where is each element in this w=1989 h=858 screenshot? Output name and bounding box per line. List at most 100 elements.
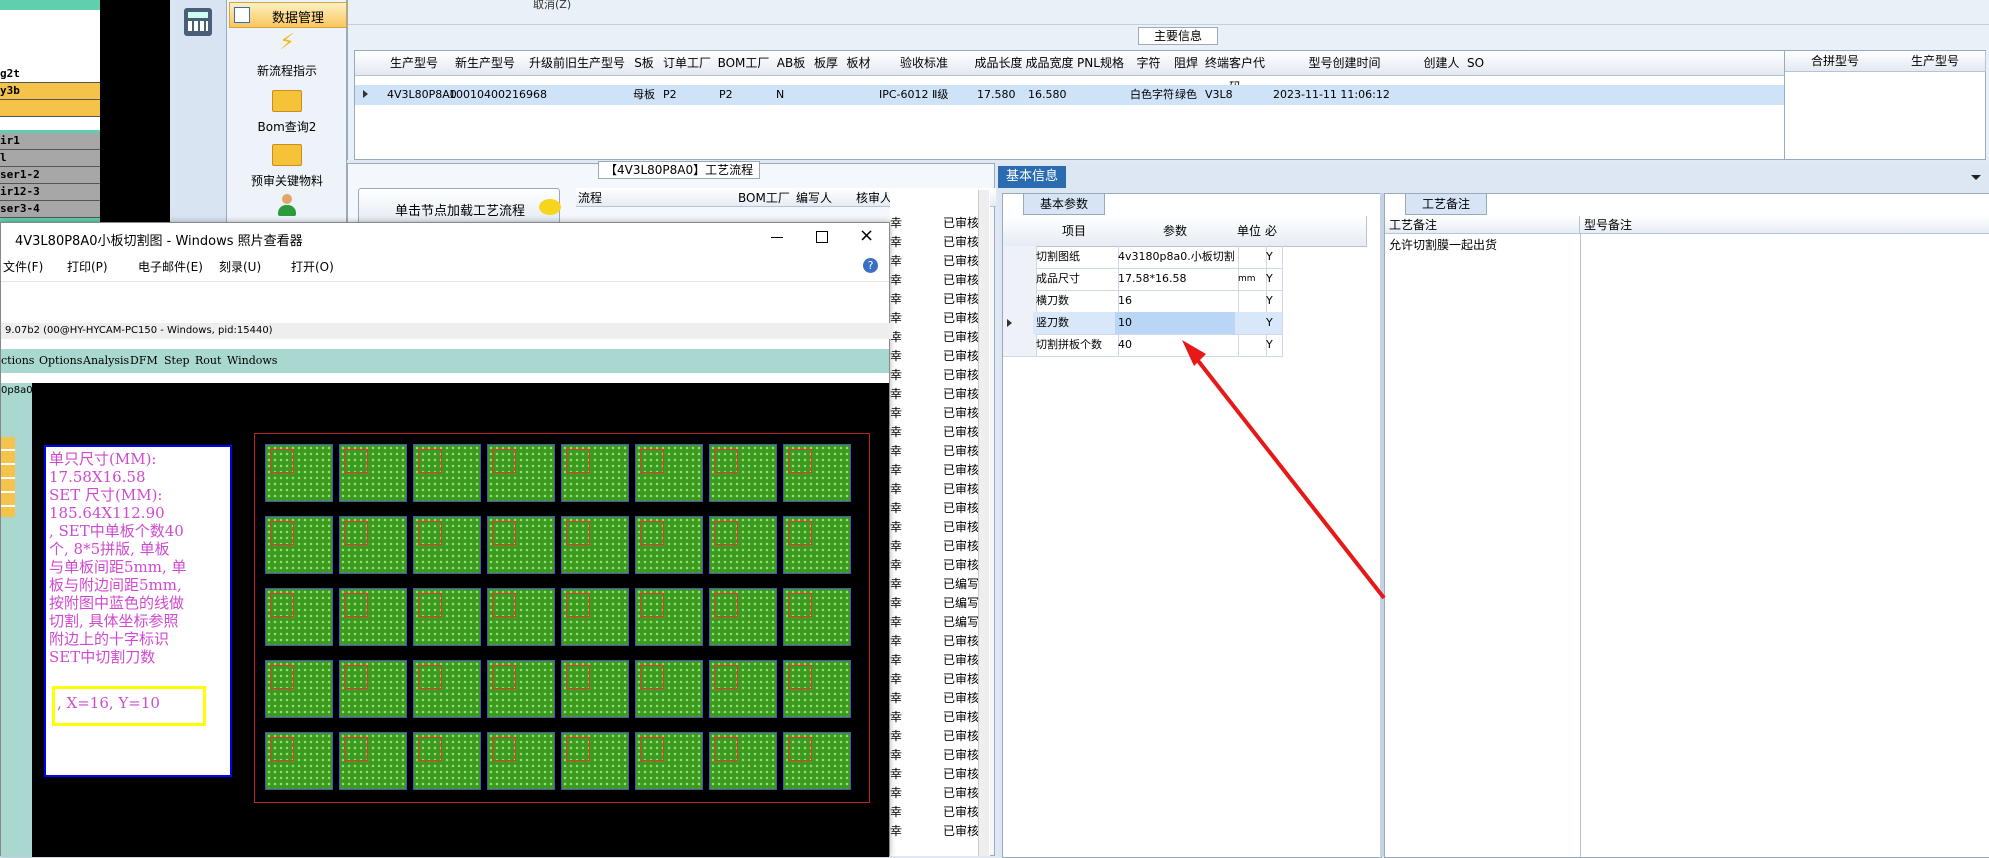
status-cell[interactable]: 已审核 <box>943 537 979 554</box>
col-header[interactable]: 流程 <box>578 189 602 206</box>
status-cell[interactable]: 已审核 <box>943 822 979 839</box>
col-header[interactable]: 板厚 <box>810 51 843 76</box>
col-header[interactable]: 新生产型号 <box>445 51 526 76</box>
col-header[interactable]: S板 <box>629 51 660 76</box>
table-row[interactable]: 切割图纸 4v3180p8a0.小板切割 Y <box>1003 246 1366 269</box>
col-header[interactable]: 生产型号 <box>1885 51 1986 72</box>
tab-basic-params[interactable]: 基本参数 <box>1023 193 1105 215</box>
nav-header[interactable]: 数据管理 <box>229 2 347 28</box>
status-cell[interactable]: 已编写 <box>943 594 979 611</box>
status-cell[interactable]: 已编写 <box>943 575 979 592</box>
help-icon[interactable]: ? <box>863 258 878 273</box>
status-cell[interactable]: 已审核 <box>943 252 979 269</box>
cell[interactable]: 10010400216968 <box>445 85 547 105</box>
col-header[interactable]: 型号备注 <box>1580 216 1989 234</box>
status-cell[interactable]: 已审核 <box>943 290 979 307</box>
cell[interactable]: 白色字符 <box>1126 85 1174 105</box>
col-header[interactable]: 字符 <box>1126 51 1172 76</box>
col-header[interactable]: 验收标准 <box>875 51 974 76</box>
status-cell[interactable]: 已审核 <box>943 746 979 763</box>
basic-info-tab[interactable]: 基本信息 <box>998 166 1066 188</box>
table-row[interactable]: 横刀数 16 Y <box>1003 290 1366 313</box>
status-cell[interactable]: 已审核 <box>943 499 979 516</box>
cam-menu-item[interactable]: Analysis <box>83 349 129 373</box>
status-cell[interactable]: 已审核 <box>943 366 979 383</box>
menu-email[interactable]: 电子邮件(E) <box>138 258 203 275</box>
cell[interactable]: Y <box>1263 334 1283 357</box>
cell[interactable]: 切割拼板个数 <box>1033 334 1119 357</box>
cell[interactable]: 2023-11-11 11:06:12 <box>1269 85 1390 105</box>
status-cell[interactable]: 已审核 <box>943 727 979 744</box>
status-cell[interactable]: 已审核 <box>943 214 979 231</box>
cell[interactable]: P2 <box>659 85 677 105</box>
cell[interactable]: 10 <box>1115 312 1239 335</box>
status-cell[interactable]: 已审核 <box>943 461 979 478</box>
cell[interactable]: Y <box>1263 312 1283 335</box>
status-cell[interactable]: 已审核 <box>943 803 979 820</box>
cell[interactable]: 切割图纸 <box>1033 246 1119 269</box>
cam-menu-item[interactable]: Step <box>164 349 190 373</box>
viewer-titlebar[interactable]: 4V3L80P8A0小板切割图 - Windows 照片查看器 × <box>1 223 889 251</box>
cell[interactable]: 4v3180p8a0.小板切割 <box>1115 246 1239 269</box>
status-cell[interactable]: 已审核 <box>943 233 979 250</box>
status-cell[interactable]: 已审核 <box>943 328 979 345</box>
table-row-selected[interactable]: 竖刀数 10 Y <box>1003 312 1366 335</box>
col-header[interactable]: 项目 <box>1033 216 1116 247</box>
cam-menu-item[interactable]: Rout <box>195 349 221 373</box>
table-row[interactable]: 切割拼板个数 40 Y <box>1003 334 1366 357</box>
col-header[interactable]: AB板 <box>772 51 811 76</box>
status-cell[interactable]: 已审核 <box>943 632 979 649</box>
layer-row[interactable]: y3b <box>0 83 100 100</box>
cell[interactable]: IPC-6012 Ⅱ级 <box>875 85 948 105</box>
cam-menu-item[interactable]: Options <box>39 349 82 373</box>
cell[interactable]: Y <box>1263 290 1283 313</box>
layer-row[interactable]: ir12-3 <box>0 184 100 201</box>
table-row[interactable]: 成品尺寸 17.58*16.58 mm Y <box>1003 268 1366 291</box>
table-row[interactable]: 4V3L80P8A0 10010400216968 母板 P2 P2 N IPC… <box>355 85 1790 105</box>
nav-item-bom-query[interactable]: Bom查询2 <box>227 86 347 134</box>
col-header[interactable]: 创建人 <box>1420 51 1464 76</box>
col-header[interactable]: 订单工厂 <box>659 51 716 76</box>
cam-canvas[interactable]: 单只尺寸(MM): 17.58X16.58 SET 尺寸(MM): 185.64… <box>32 383 889 857</box>
col-header[interactable]: 合拼型号 <box>1785 51 1886 72</box>
status-cell[interactable]: 已审核 <box>943 670 979 687</box>
cell[interactable]: 绿色 <box>1171 85 1197 105</box>
status-cell[interactable]: 已审核 <box>943 271 979 288</box>
menu-file[interactable]: 文件(F) <box>3 258 43 275</box>
calculator-icon[interactable] <box>184 8 212 36</box>
status-cell[interactable]: 已审核 <box>943 442 979 459</box>
col-header[interactable]: 成品长度 <box>973 51 1025 76</box>
nav-item-new-process[interactable]: ⚡ 新流程指示 <box>227 30 347 78</box>
status-cell[interactable]: 已审核 <box>943 347 979 364</box>
col-header[interactable]: 编写人 <box>796 189 832 206</box>
cam-menu-item[interactable]: Windows <box>227 349 277 373</box>
cam-menu-item[interactable]: DFM <box>130 349 158 373</box>
cell[interactable]: V3L8 <box>1201 85 1233 105</box>
status-cell[interactable]: 已审核 <box>943 708 979 725</box>
col-header[interactable]: 参数 <box>1115 216 1236 247</box>
cell[interactable]: 竖刀数 <box>1033 312 1119 335</box>
menu-open[interactable]: 打开(O) <box>291 258 334 275</box>
minimize-icon[interactable] <box>771 237 783 238</box>
layer-row[interactable] <box>0 100 100 117</box>
cell[interactable]: 16 <box>1115 290 1239 313</box>
col-header[interactable]: 型号创建时间 <box>1269 51 1421 76</box>
cell[interactable]: 17.580 <box>973 85 1016 105</box>
col-header[interactable]: 核审人 <box>856 189 892 206</box>
status-cell[interactable]: 已审核 <box>943 480 979 497</box>
col-header[interactable]: 终端客户代码 <box>1201 51 1270 94</box>
cam-menu-item[interactable]: ctions <box>1 349 34 373</box>
collapse-arrow-icon[interactable] <box>1971 175 1981 180</box>
menu-print[interactable]: 打印(P) <box>67 258 108 275</box>
cell[interactable]: 成品尺寸 <box>1033 268 1119 291</box>
close-icon[interactable]: × <box>859 225 874 246</box>
cell[interactable]: 16.580 <box>1024 85 1067 105</box>
status-cell[interactable]: 已审核 <box>943 765 979 782</box>
remark-text[interactable]: 允许切割膜一起出货 <box>1389 236 1497 253</box>
maximize-icon[interactable] <box>816 231 828 243</box>
col-header[interactable]: 生产型号 <box>383 51 446 76</box>
status-cell[interactable]: 已审核 <box>943 518 979 535</box>
col-header[interactable]: 工艺备注 <box>1385 216 1580 234</box>
layer-row[interactable]: ser3-4 <box>0 201 100 218</box>
col-header[interactable]: SO <box>1463 51 1489 76</box>
